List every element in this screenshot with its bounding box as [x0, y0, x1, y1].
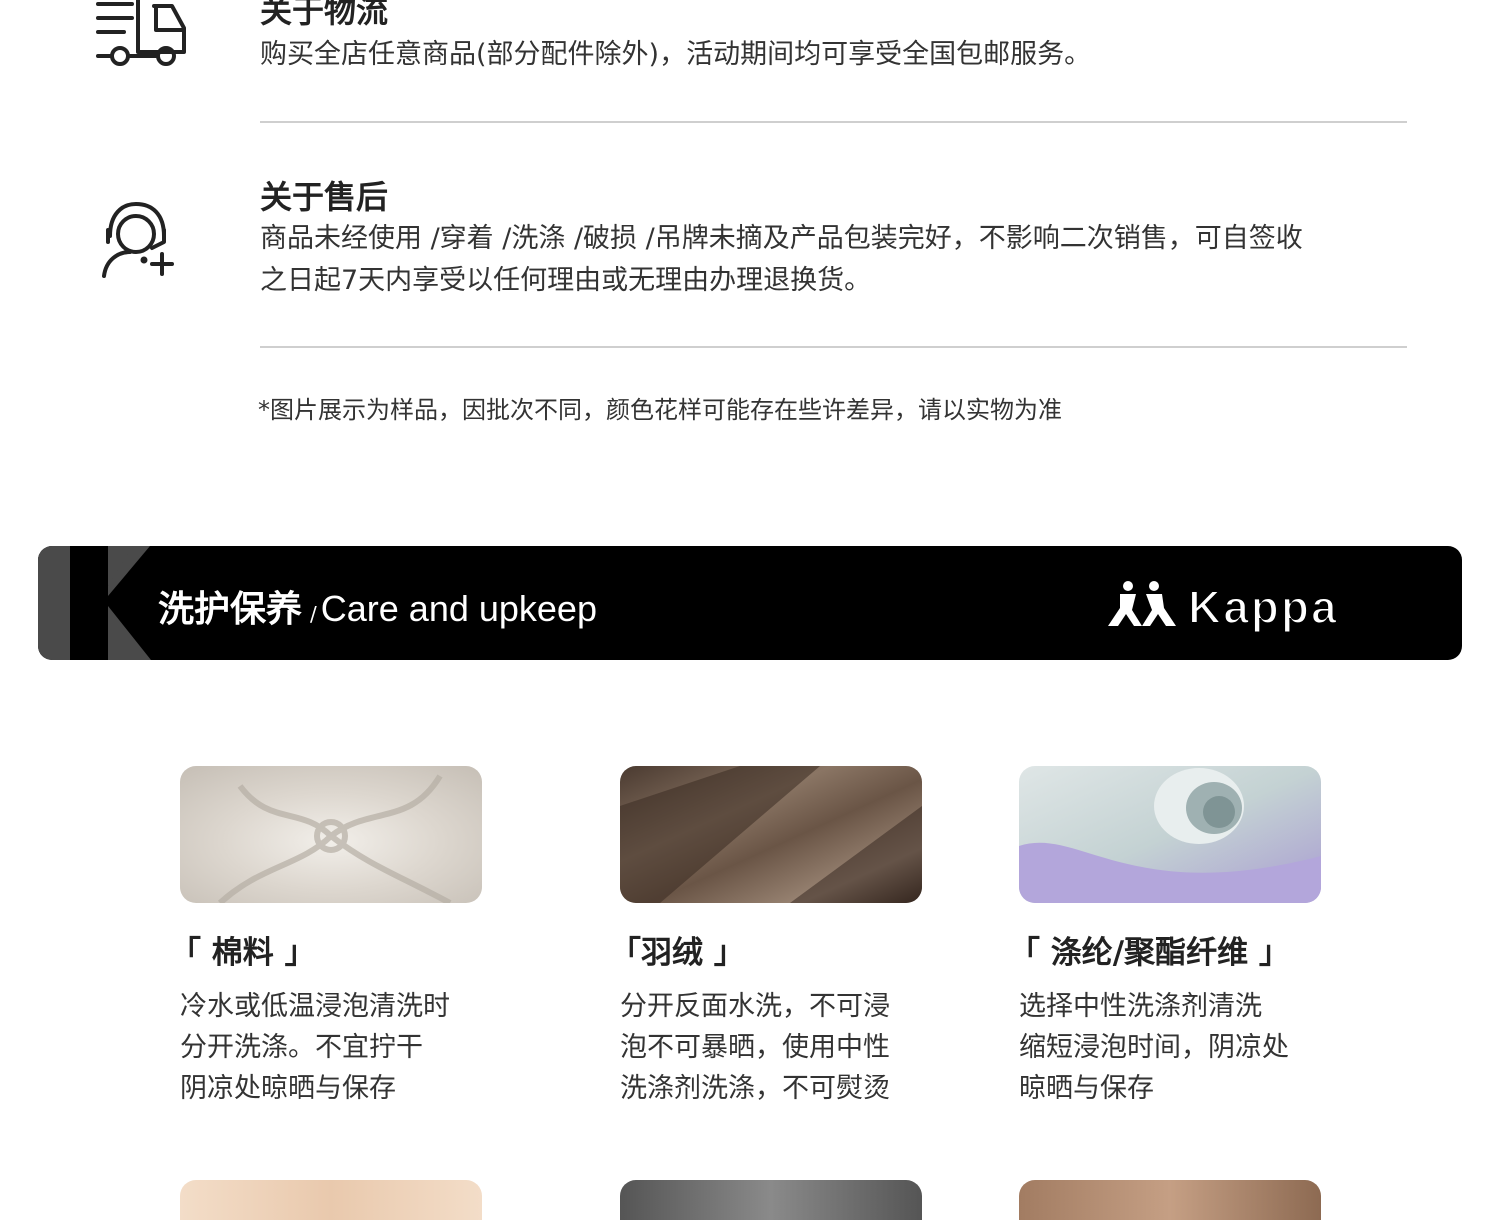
logistics-title: 关于物流	[260, 0, 389, 30]
care-description: 分开反面水洗，不可浸 泡不可暴晒，使用中性 洗涤剂洗涤，不可熨烫	[620, 986, 950, 1109]
care-desc-line: 分开洗涤。不宜拧干	[180, 1032, 423, 1063]
banner-title-separator: /	[310, 602, 317, 626]
aftersales-text-line: 商品未经使用 /穿着 /洗涤 /破损 /吊牌未摘及产品包装完好，不影响二次销售，…	[260, 223, 1303, 254]
care-description: 选择中性洗涤剂清洗 缩短浸泡时间，阴凉处 晾晒与保存	[1019, 986, 1349, 1109]
care-desc-line: 缩短浸泡时间，阴凉处	[1019, 1032, 1289, 1063]
care-description: 冷水或低温浸泡清洗时 分开洗涤。不宜拧干 阴凉处晾晒与保存	[180, 986, 510, 1109]
fabric-image-polyester	[1019, 766, 1321, 903]
care-card-down: 「羽绒 」 分开反面水洗，不可浸 泡不可暴晒，使用中性 洗涤剂洗涤，不可熨烫	[610, 766, 950, 1109]
care-desc-line: 选择中性洗涤剂清洗	[1019, 991, 1262, 1022]
care-desc-line: 冷水或低温浸泡清洗时	[180, 991, 450, 1022]
aftersales-text: 商品未经使用 /穿着 /洗涤 /破损 /吊牌未摘及产品包装完好，不影响二次销售，…	[260, 218, 1410, 302]
kappa-omini-icon	[1108, 581, 1176, 626]
logistics-text: 购买全店任意商品(部分配件除外)，活动期间均可享受全国包邮服务。	[260, 39, 1092, 70]
fabric-image-next-2	[620, 1180, 922, 1220]
banner-title-zh: 洗护保养	[158, 589, 303, 630]
brand-name: Kappa	[1188, 581, 1339, 632]
fabric-image-next-3	[1019, 1180, 1321, 1220]
aftersales-text-line: 之日起7天内享受以任何理由或无理由办理退换货。	[260, 265, 872, 296]
fabric-image-cotton	[180, 766, 482, 903]
care-desc-line: 泡不可暴晒，使用中性	[620, 1032, 890, 1063]
care-title: 「 棉料 」	[170, 935, 316, 971]
care-desc-line: 阴凉处晾晒与保存	[180, 1073, 396, 1104]
banner-title-en: Care and upkeep	[320, 588, 597, 629]
care-desc-line: 分开反面水洗，不可浸	[620, 991, 890, 1022]
sample-disclaimer: *图片展示为样品，因批次不同，颜色花样可能存在些许差异，请以实物为准	[258, 396, 1062, 424]
care-card-cotton: 「 棉料 」 冷水或低温浸泡清洗时 分开洗涤。不宜拧干 阴凉处晾晒与保存	[170, 766, 510, 1109]
care-desc-line: 洗涤剂洗涤，不可熨烫	[620, 1073, 890, 1104]
care-card-polyester: 「 涤纶/聚酯纤维 」 选择中性洗涤剂清洗 缩短浸泡时间，阴凉处 晾晒与保存	[1009, 766, 1349, 1109]
banner-title: 洗护保养 / Care and upkeep	[158, 580, 597, 632]
care-banner: 洗护保养 / Care and upkeep Kappa	[38, 546, 1462, 660]
fabric-image-down	[620, 766, 922, 903]
delivery-truck-icon	[96, 0, 188, 70]
divider	[260, 346, 1407, 348]
care-desc-line: 晾晒与保存	[1019, 1073, 1154, 1104]
care-title: 「羽绒 」	[610, 935, 745, 971]
divider	[260, 121, 1407, 123]
care-title: 「 涤纶/聚酯纤维 」	[1009, 935, 1290, 971]
aftersales-title: 关于售后	[260, 178, 389, 216]
fabric-image-next-1	[180, 1180, 482, 1220]
kappa-logo: Kappa	[1106, 576, 1406, 634]
customer-service-icon	[96, 200, 188, 280]
